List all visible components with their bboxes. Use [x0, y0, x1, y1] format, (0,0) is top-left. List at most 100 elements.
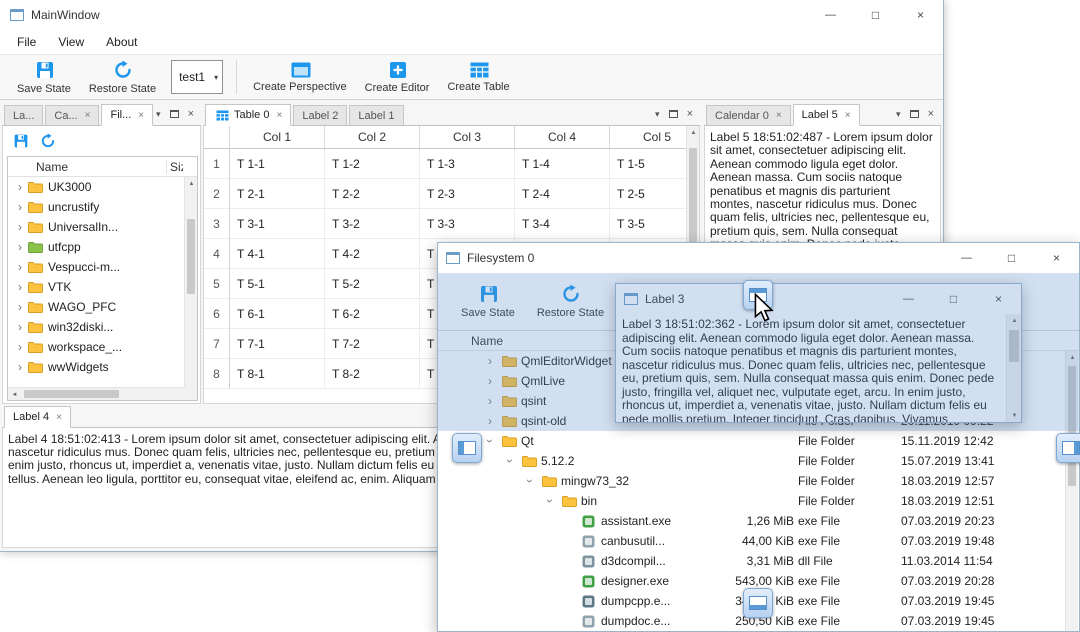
dock-bottom-indicator[interactable]	[743, 588, 773, 618]
tree-row[interactable]: › Vespucci-m...	[8, 257, 184, 277]
tab-menu-icon[interactable]: ▾	[156, 109, 161, 120]
tree-row[interactable]: › win32diski...	[8, 317, 184, 337]
tab-label-2[interactable]: Label 2	[293, 105, 348, 125]
dock-left-indicator[interactable]	[452, 433, 482, 463]
table-cell[interactable]: T 7-2	[325, 329, 420, 359]
table-cell[interactable]: T 7-1	[230, 329, 325, 359]
column-header[interactable]: Col 5	[610, 126, 686, 148]
fs-tree-row[interactable]: › bin File Folder 18.03.2019 12:51	[438, 491, 1065, 511]
name-column-header[interactable]: Name	[471, 334, 503, 348]
scroll-up-icon[interactable]: ▲	[1066, 351, 1079, 364]
create-editor-button[interactable]: Create Editor	[356, 58, 439, 97]
float-icon[interactable]	[169, 110, 179, 118]
scroll-up-icon[interactable]: ▲	[687, 126, 699, 139]
left-tree-vscrollbar[interactable]: ▲	[184, 177, 197, 387]
table-cell[interactable]: T 5-2	[325, 269, 420, 299]
tree-row[interactable]: › utfcpp	[8, 237, 184, 257]
fs-tree-row[interactable]: assistant.exe 1,26 MiB exe File 07.03.2019 …	[438, 511, 1065, 531]
restore-state-button[interactable]: Restore State	[528, 281, 613, 322]
tab-label-5[interactable]: Label 5 ×	[792, 104, 860, 126]
minimize-button[interactable]: —	[808, 0, 853, 30]
expander-icon[interactable]: ›	[14, 340, 26, 354]
expander-icon[interactable]: ›	[488, 394, 492, 408]
table-cell[interactable]: T 2-1	[230, 179, 325, 209]
expander-icon[interactable]: ›	[503, 459, 517, 463]
close-button[interactable]: ×	[898, 0, 943, 30]
expander-icon[interactable]: ›	[14, 180, 26, 194]
save-state-button[interactable]: Save State	[452, 281, 524, 322]
close-icon[interactable]: ×	[56, 412, 62, 423]
table-cell[interactable]: T 5-1	[230, 269, 325, 299]
tab-filesystem[interactable]: Fil... ×	[101, 104, 154, 126]
fs-tree-row[interactable]: › 5.12.2 File Folder 15.07.2019 13:41	[438, 451, 1065, 471]
fs-tree-row[interactable]: canbusutil... 44,00 KiB exe File 07.03.2019…	[438, 531, 1065, 551]
filesystem-titlebar[interactable]: Filesystem 0 — □ ×	[438, 243, 1079, 273]
tree-row[interactable]: › workspace_...	[8, 337, 184, 357]
maximize-button[interactable]: □	[931, 284, 976, 314]
table-cell[interactable]: T 3-2	[325, 209, 420, 239]
table-cell[interactable]: T 6-1	[230, 299, 325, 329]
close-button[interactable]: ×	[976, 284, 1021, 314]
table-cell[interactable]: T 8-2	[325, 359, 420, 389]
maximize-button[interactable]: □	[989, 243, 1034, 273]
fs-vscrollbar[interactable]: ▲	[1065, 351, 1078, 631]
tab-menu-icon[interactable]: ▾	[655, 109, 660, 120]
close-icon[interactable]: ×	[188, 108, 194, 120]
tab-label-4[interactable]: Label 4 ×	[4, 406, 71, 428]
table-cell[interactable]: T 1-5	[610, 149, 686, 179]
scroll-up-icon[interactable]: ▲	[1007, 314, 1022, 327]
left-tree-hscrollbar[interactable]: ◄	[8, 387, 184, 400]
minimize-button[interactable]: —	[886, 284, 931, 314]
table-cell[interactable]: T 3-5	[610, 209, 686, 239]
dock-right-indicator[interactable]	[1056, 433, 1080, 463]
tree-row[interactable]: › UK3000	[8, 177, 184, 197]
row-header[interactable]: 5	[204, 269, 230, 299]
expander-icon[interactable]: ›	[14, 280, 26, 294]
table-cell[interactable]: T 2-5	[610, 179, 686, 209]
scrollbar-thumb[interactable]	[187, 219, 195, 294]
float-icon[interactable]	[668, 110, 678, 118]
expander-icon[interactable]: ›	[14, 220, 26, 234]
table-cell[interactable]: T 4-2	[325, 239, 420, 269]
table-cell[interactable]: T 4-1	[230, 239, 325, 269]
minimize-button[interactable]: —	[944, 243, 989, 273]
table-cell[interactable]: T 3-3	[420, 209, 515, 239]
scrollbar-thumb[interactable]	[1009, 330, 1019, 362]
fs-tree-row[interactable]: › mingw73_32 File Folder 18.03.2019 12:57	[438, 471, 1065, 491]
expander-icon[interactable]: ›	[488, 374, 492, 388]
tab-calendar-0[interactable]: Calendar 0 ×	[706, 105, 791, 125]
scroll-down-icon[interactable]: ▼	[1007, 409, 1022, 422]
close-icon[interactable]: ×	[276, 110, 282, 121]
menu-file[interactable]: File	[6, 31, 47, 53]
tab-table-0[interactable]: Table 0 ×	[205, 104, 292, 126]
close-icon[interactable]: ×	[776, 110, 782, 121]
expander-icon[interactable]: ›	[488, 354, 492, 368]
scroll-left-icon[interactable]: ◄	[8, 388, 21, 400]
column-header[interactable]: Col 2	[325, 126, 420, 148]
main-titlebar[interactable]: MainWindow — □ ×	[0, 0, 943, 30]
maximize-button[interactable]: □	[853, 0, 898, 30]
close-icon[interactable]: ×	[845, 110, 851, 121]
tree-row[interactable]: › WAGO_PFC	[8, 297, 184, 317]
table-cell[interactable]: T 1-3	[420, 149, 515, 179]
column-header[interactable]: Col 3	[420, 126, 515, 148]
create-perspective-button[interactable]: Create Perspective	[244, 59, 356, 96]
expander-icon[interactable]: ›	[483, 439, 497, 443]
tab-menu-icon[interactable]: ▾	[896, 109, 901, 120]
tree-row[interactable]: › UniversalIn...	[8, 217, 184, 237]
tree-row[interactable]: › uncrustify	[8, 197, 184, 217]
table-cell[interactable]: T 2-4	[515, 179, 610, 209]
table-cell[interactable]: T 8-1	[230, 359, 325, 389]
scrollbar-thumb[interactable]	[1068, 366, 1076, 486]
menu-view[interactable]: View	[47, 31, 95, 53]
float-icon[interactable]	[909, 110, 919, 118]
expander-icon[interactable]: ›	[14, 260, 26, 274]
close-icon[interactable]: ×	[138, 110, 144, 121]
menu-about[interactable]: About	[95, 31, 148, 53]
expander-icon[interactable]: ›	[523, 479, 537, 483]
table-cell[interactable]: T 1-1	[230, 149, 325, 179]
close-icon[interactable]: ×	[687, 108, 693, 120]
row-header[interactable]: 7	[204, 329, 230, 359]
tree-row[interactable]: › wwWidgets	[8, 357, 184, 377]
column-header[interactable]: Col 1	[230, 126, 325, 148]
